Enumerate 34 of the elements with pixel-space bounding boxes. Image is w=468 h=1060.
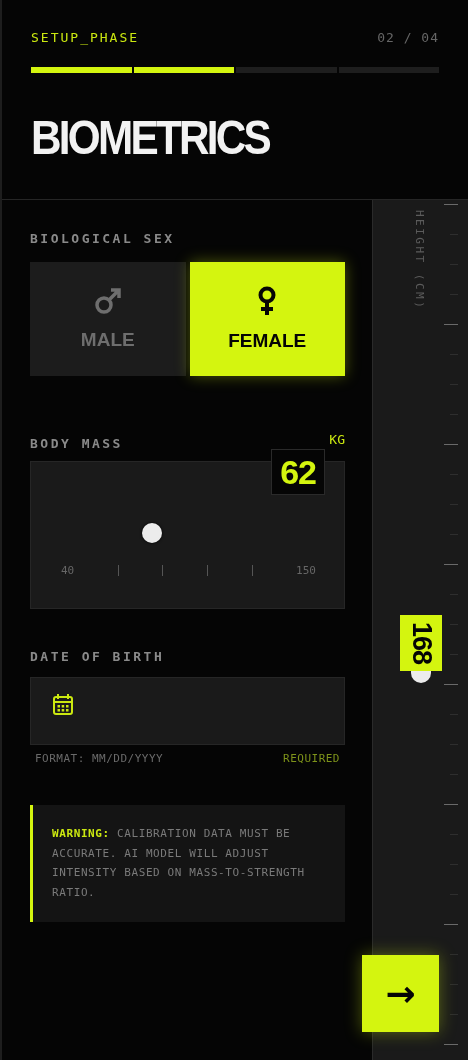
tick-mark bbox=[251, 565, 253, 576]
calendar-icon bbox=[53, 693, 73, 715]
male-symbol-icon bbox=[93, 287, 122, 315]
height-value: 168 bbox=[400, 615, 442, 671]
tick-mark bbox=[206, 565, 208, 576]
unit-label: KG bbox=[329, 432, 345, 447]
section-label: BODY MASS bbox=[30, 436, 123, 451]
tick-mark bbox=[444, 924, 458, 925]
required-label: REQUIRED bbox=[283, 752, 340, 765]
section-label: DATE OF BIRTH bbox=[30, 649, 166, 664]
tick-mark bbox=[444, 444, 458, 445]
slider-thumb[interactable] bbox=[142, 523, 162, 543]
tick-mark bbox=[444, 804, 458, 805]
section-label: BIOLOGICAL SEX bbox=[30, 231, 176, 246]
mass-value: 62 bbox=[271, 449, 325, 495]
page-title: BIOMETRICS bbox=[31, 113, 271, 162]
scale-label: 40 bbox=[61, 564, 75, 577]
sex-option[interactable]: FEMALE bbox=[189, 262, 345, 376]
tick-mark bbox=[444, 564, 458, 565]
tick-mark bbox=[162, 565, 164, 576]
tick-mark bbox=[117, 565, 119, 576]
phase-label: SETUP_PHASE bbox=[31, 30, 140, 45]
date-input-field[interactable] bbox=[30, 677, 345, 745]
scale-label: 150 bbox=[296, 564, 316, 577]
tick-mark bbox=[444, 684, 458, 685]
slider-thumb[interactable] bbox=[411, 671, 431, 683]
step-counter: 02 / 04 bbox=[377, 30, 439, 45]
warning-note: WARNING: CALIBRATION DATA MUST BE ACCURATE. AI MODEL WILL ADJUST INTENSITY BASED ON MASS-TO-STRENGTH RATIO. bbox=[30, 805, 345, 922]
axis-label: HEIGHT (CM) bbox=[413, 210, 426, 311]
next-button[interactable]: → bbox=[362, 955, 439, 1032]
tick-mark bbox=[444, 324, 458, 325]
tick-mark bbox=[444, 1044, 458, 1045]
format-hint: FORMAT: MM/DD/YYYY bbox=[35, 752, 164, 765]
tick-mark bbox=[444, 204, 458, 205]
